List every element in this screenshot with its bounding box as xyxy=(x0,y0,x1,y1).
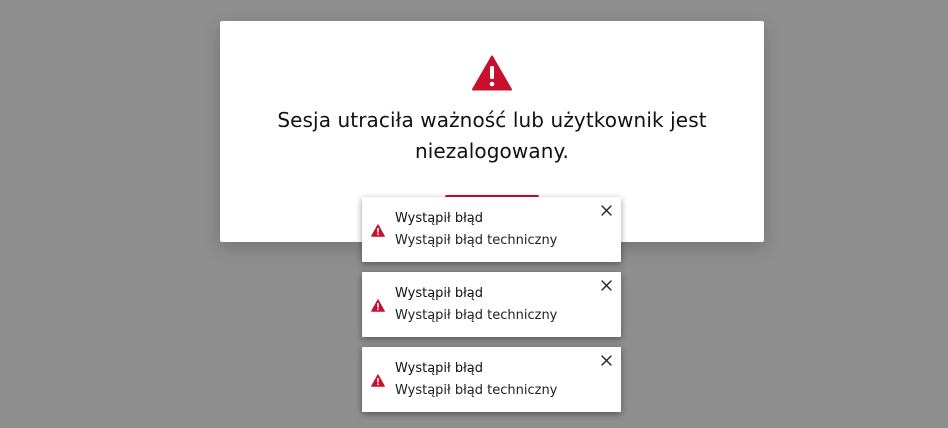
close-icon[interactable] xyxy=(601,355,612,366)
close-icon[interactable] xyxy=(601,280,612,291)
warning-triangle-icon xyxy=(472,55,512,91)
warning-triangle-icon xyxy=(371,224,385,237)
error-toast: Wystąpił błąd Wystąpił błąd techniczny xyxy=(362,272,621,337)
close-icon[interactable] xyxy=(601,205,612,216)
toast-title: Wystąpił błąd xyxy=(395,361,484,376)
session-expired-message: Sesja utraciła ważność lub użytkownik je… xyxy=(277,108,707,163)
warning-triangle-icon xyxy=(371,299,385,312)
error-toast: Wystąpił błąd Wystąpił błąd techniczny xyxy=(362,197,621,262)
error-toast: Wystąpił błąd Wystąpił błąd techniczny xyxy=(362,347,621,412)
toast-message: Wystąpił błąd techniczny xyxy=(395,308,558,323)
toast-title: Wystąpił błąd xyxy=(395,286,484,301)
toast-message: Wystąpił błąd techniczny xyxy=(395,233,558,248)
warning-triangle-icon xyxy=(371,374,385,387)
toast-title: Wystąpił błąd xyxy=(395,211,484,226)
toast-message: Wystąpił błąd techniczny xyxy=(395,383,558,398)
